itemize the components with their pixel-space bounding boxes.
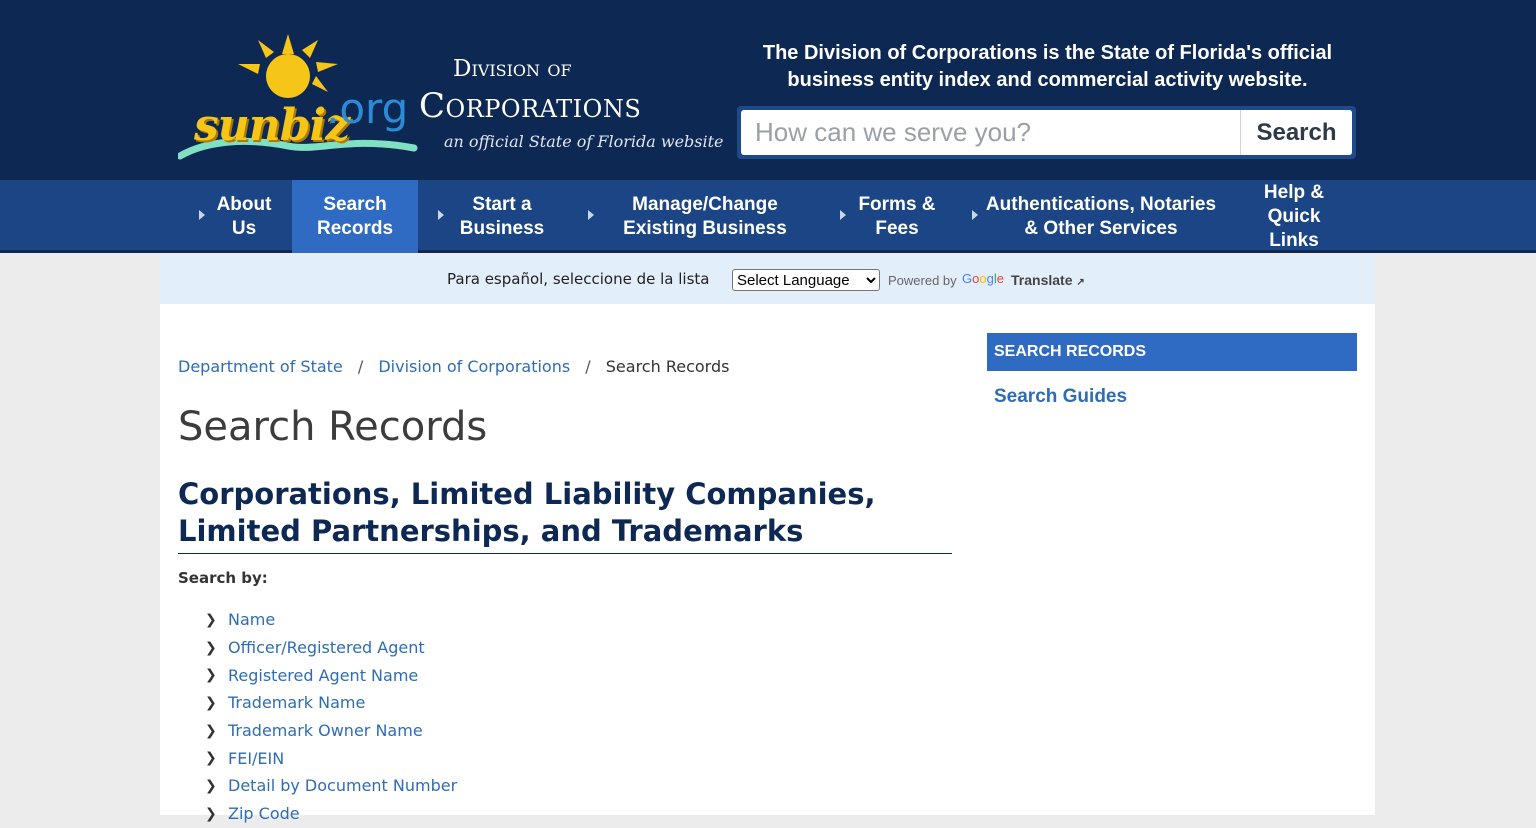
page-title: Search Records [178,404,488,450]
search-input[interactable] [741,110,1238,155]
main-content: Para español, seleccione de la lista Sel… [160,256,1375,823]
search-by-fei-ein-link[interactable]: FEI/EIN [228,749,284,768]
external-link-icon: ↗ [1076,277,1085,288]
search-by-trademark-owner-link[interactable]: Trademark Owner Name [228,721,423,740]
list-item: ❯ Zip Code [205,800,457,828]
list-item: ❯ Name [205,606,457,634]
breadcrumb-separator: / [357,357,364,376]
translate-link-label: Translate [1011,272,1073,288]
nav-arrow-icon [972,210,978,220]
logo-division: Division of [453,56,572,82]
search-by-label: Search by: [178,569,268,587]
search-by-name-link[interactable]: Name [228,610,275,629]
search-by-registered-agent-link[interactable]: Registered Agent Name [228,666,418,685]
list-item: ❯ Registered Agent Name [205,661,457,689]
nav-item-forms-fees[interactable]: Forms & Fees [852,180,942,253]
translate-link[interactable]: Translate ↗ [1011,272,1085,288]
breadcrumb: Department of State / Division of Corpor… [178,357,729,376]
nav-item-authentications[interactable]: Authentications, Notaries & Other Servic… [982,180,1220,253]
chevron-right-icon: ❯ [205,639,217,656]
nav-item-about-us[interactable]: About Us [208,180,280,253]
translate-bar: Para español, seleccione de la lista Sel… [160,256,1375,304]
breadcrumb-department-of-state[interactable]: Department of State [178,357,343,376]
nav-arrow-icon [840,210,846,220]
chevron-right-icon: ❯ [205,694,217,711]
list-item: ❯ Officer/Registered Agent [205,634,457,662]
translate-label: Para español, seleccione de la lista [447,270,710,288]
google-logo: Google [962,271,1004,286]
site-logo[interactable]: sunbiz .org Division of Corporations an … [178,28,724,168]
list-item: ❯ Trademark Owner Name [205,717,457,745]
nav-item-manage-business[interactable]: Manage/Change Existing Business [612,180,798,253]
nav-item-help[interactable]: Help & Quick Links [1250,180,1338,253]
search-by-officer-link[interactable]: Officer/Registered Agent [228,638,425,657]
search-by-document-number-link[interactable]: Detail by Document Number [228,776,457,795]
breadcrumb-division-of-corporations[interactable]: Division of Corporations [378,357,570,376]
nav-arrow-icon [588,210,594,220]
main-nav: About Us Search Records Start a Business… [0,180,1536,253]
powered-by-text: Powered by [888,273,957,288]
nav-arrow-icon [438,210,444,220]
sidebar-heading: SEARCH RECORDS [987,333,1357,371]
site-search: Search [737,106,1356,159]
logo-org: .org [326,84,409,133]
search-by-zip-code-link[interactable]: Zip Code [228,804,300,823]
header-tagline: The Division of Corporations is the Stat… [762,42,1333,91]
list-item: ❯ FEI/EIN [205,744,457,772]
logo-corporations: Corporations [419,86,642,126]
sidebar-search-guides-link[interactable]: Search Guides [994,386,1127,408]
chevron-right-icon: ❯ [205,777,217,794]
search-button[interactable]: Search [1240,110,1352,155]
chevron-right-icon: ❯ [205,750,217,767]
search-by-list: ❯ Name ❯ Officer/Registered Agent ❯ Registe… [205,606,457,828]
chevron-right-icon: ❯ [205,722,217,739]
site-header: sunbiz .org Division of Corporations an … [0,0,1536,180]
list-item: ❯ Trademark Name [205,689,457,717]
chevron-right-icon: ❯ [205,805,217,822]
language-select[interactable]: Select Language [732,269,880,291]
breadcrumb-current: Search Records [605,357,730,376]
list-item: ❯ Detail by Document Number [205,772,457,800]
nav-item-start-business[interactable]: Start a Business [452,180,552,253]
section-heading: Corporations, Limited Liability Companie… [178,476,952,554]
logo-official-text: an official State of Florida website [444,132,724,151]
nav-arrow-icon [199,210,205,220]
chevron-right-icon: ❯ [205,667,217,684]
chevron-right-icon: ❯ [205,611,217,628]
search-by-trademark-name-link[interactable]: Trademark Name [228,693,365,712]
nav-item-search-records[interactable]: Search Records [292,180,418,253]
search-field-wrap: Search [741,110,1352,155]
breadcrumb-separator: / [585,357,591,376]
